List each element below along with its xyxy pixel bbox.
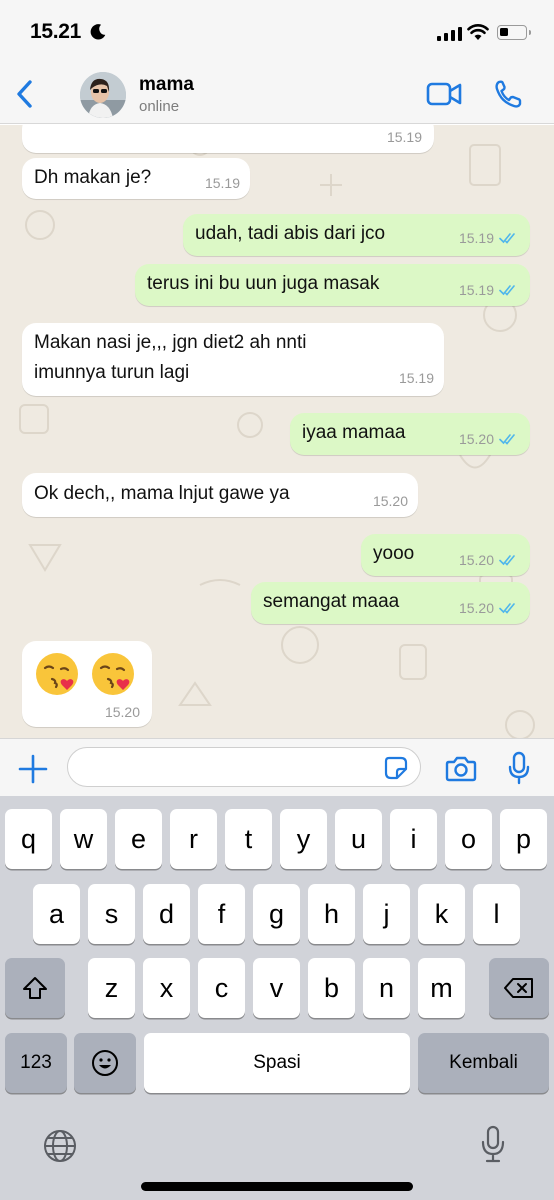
key-i[interactable]: i: [390, 809, 437, 869]
key-k[interactable]: k: [418, 884, 465, 944]
read-receipt-icon: [499, 285, 515, 296]
key-j[interactable]: j: [363, 884, 410, 944]
key-c[interactable]: c: [198, 958, 245, 1018]
microphone-icon[interactable]: [508, 751, 530, 785]
message-bubble-outgoing[interactable]: yooo 15.20: [361, 534, 530, 576]
key-o[interactable]: o: [445, 809, 492, 869]
numbers-key[interactable]: 123: [5, 1033, 67, 1093]
message-bubble-incoming[interactable]: Ok dech,, mama lnjut gawe ya 15.20: [22, 473, 418, 517]
globe-icon[interactable]: [42, 1128, 78, 1164]
contact-name[interactable]: mama: [139, 74, 194, 96]
key-n[interactable]: n: [363, 958, 410, 1018]
message-bubble-incoming[interactable]: Makan nasi je,,, jgn diet2 ah nnti imunn…: [22, 323, 444, 396]
key-m[interactable]: m: [418, 958, 465, 1018]
message-text-line: Makan nasi je,,, jgn diet2 ah nnti: [34, 332, 307, 353]
message-time: 15.19: [204, 175, 240, 191]
message-text: yooo: [373, 543, 415, 564]
read-receipt-icon: [499, 603, 515, 614]
chat-header: mama online: [0, 66, 554, 124]
message-bubble-outgoing[interactable]: semangat maaa 15.20: [251, 582, 530, 624]
message-text: iyaa mamaa: [302, 422, 406, 443]
status-bar: 15.21: [0, 0, 554, 66]
message-time: 15.19: [386, 129, 422, 145]
shift-icon: [23, 977, 47, 999]
read-receipt-icon: [499, 555, 515, 566]
read-receipt-icon: [499, 233, 515, 244]
message-text: udah, tadi abis dari jco: [195, 223, 386, 244]
message-text: terus ini bu uun juga masak: [147, 273, 380, 294]
phone-icon[interactable]: [494, 79, 522, 109]
key-p[interactable]: p: [500, 809, 547, 869]
message-bubble-outgoing[interactable]: udah, tadi abis dari jco 15.19: [183, 214, 530, 256]
key-v[interactable]: v: [253, 958, 300, 1018]
home-indicator: [141, 1182, 413, 1191]
emoji-icon: [92, 1050, 118, 1076]
backspace-icon: [504, 978, 533, 998]
key-s[interactable]: s: [88, 884, 135, 944]
message-bubble-incoming[interactable]: 15.20: [22, 641, 152, 727]
message-time: 15.20: [458, 600, 494, 616]
message-time: 15.20: [458, 431, 494, 447]
key-u[interactable]: u: [335, 809, 382, 869]
key-e[interactable]: e: [115, 809, 162, 869]
key-f[interactable]: f: [198, 884, 245, 944]
message-bubble-incoming[interactable]: Dh makan je? 15.19: [22, 158, 250, 199]
key-y[interactable]: y: [280, 809, 327, 869]
chevron-left-icon[interactable]: [14, 79, 36, 109]
key-l[interactable]: l: [473, 884, 520, 944]
delete-key[interactable]: [489, 958, 549, 1018]
read-receipt-icon: [499, 434, 515, 445]
message-time: 15.20: [104, 704, 140, 720]
message-bubble-outgoing[interactable]: iyaa mamaa 15.20: [290, 413, 530, 455]
dictation-icon[interactable]: [480, 1124, 506, 1164]
message-text: Ok dech,, mama lnjut gawe ya: [34, 483, 290, 504]
message-time: 15.19: [458, 230, 494, 246]
video-call-icon[interactable]: [426, 81, 462, 107]
emoji-key[interactable]: [74, 1033, 136, 1093]
message-bubble-outgoing[interactable]: terus ini bu uun juga masak 15.19: [135, 264, 530, 306]
key-g[interactable]: g: [253, 884, 300, 944]
key-a[interactable]: a: [33, 884, 80, 944]
cellular-signal-icon: [437, 27, 462, 41]
message-text: Dh makan je?: [34, 167, 152, 188]
keyboard: q w e r t y u i o p a s d f g h j k l z …: [0, 796, 554, 1200]
kissing-heart-emoji: [92, 653, 134, 695]
kissing-heart-emoji: [36, 653, 78, 695]
key-t[interactable]: t: [225, 809, 272, 869]
key-b[interactable]: b: [308, 958, 355, 1018]
space-key[interactable]: Spasi: [144, 1033, 410, 1093]
key-w[interactable]: w: [60, 809, 107, 869]
key-x[interactable]: x: [143, 958, 190, 1018]
key-d[interactable]: d: [143, 884, 190, 944]
key-h[interactable]: h: [308, 884, 355, 944]
message-time: 15.19: [398, 370, 434, 386]
shift-key[interactable]: [5, 958, 65, 1018]
message-text-line: imunnya turun lagi: [34, 362, 190, 383]
key-r[interactable]: r: [170, 809, 217, 869]
status-time: 15.21: [30, 20, 82, 43]
input-bar: [0, 738, 554, 796]
key-z[interactable]: z: [88, 958, 135, 1018]
message-time: 15.20: [372, 493, 408, 509]
camera-icon[interactable]: [445, 754, 477, 782]
avatar[interactable]: [80, 72, 126, 118]
return-key[interactable]: Kembali: [418, 1033, 549, 1093]
message-time: 15.19: [458, 282, 494, 298]
plus-icon[interactable]: [18, 754, 48, 784]
sticker-icon[interactable]: [384, 756, 408, 780]
message-input[interactable]: [67, 747, 421, 787]
moon-icon: [90, 24, 106, 40]
message-time: 15.20: [458, 552, 494, 568]
wifi-icon: [467, 24, 489, 40]
message-text: semangat maaa: [263, 591, 400, 612]
key-q[interactable]: q: [5, 809, 52, 869]
battery-icon: [497, 25, 531, 40]
chat-area[interactable]: 15.19 Dh makan je? 15.19 udah, tadi abis…: [0, 125, 554, 738]
message-bubble-incoming[interactable]: 15.19: [22, 125, 434, 153]
contact-status: online: [139, 98, 180, 115]
